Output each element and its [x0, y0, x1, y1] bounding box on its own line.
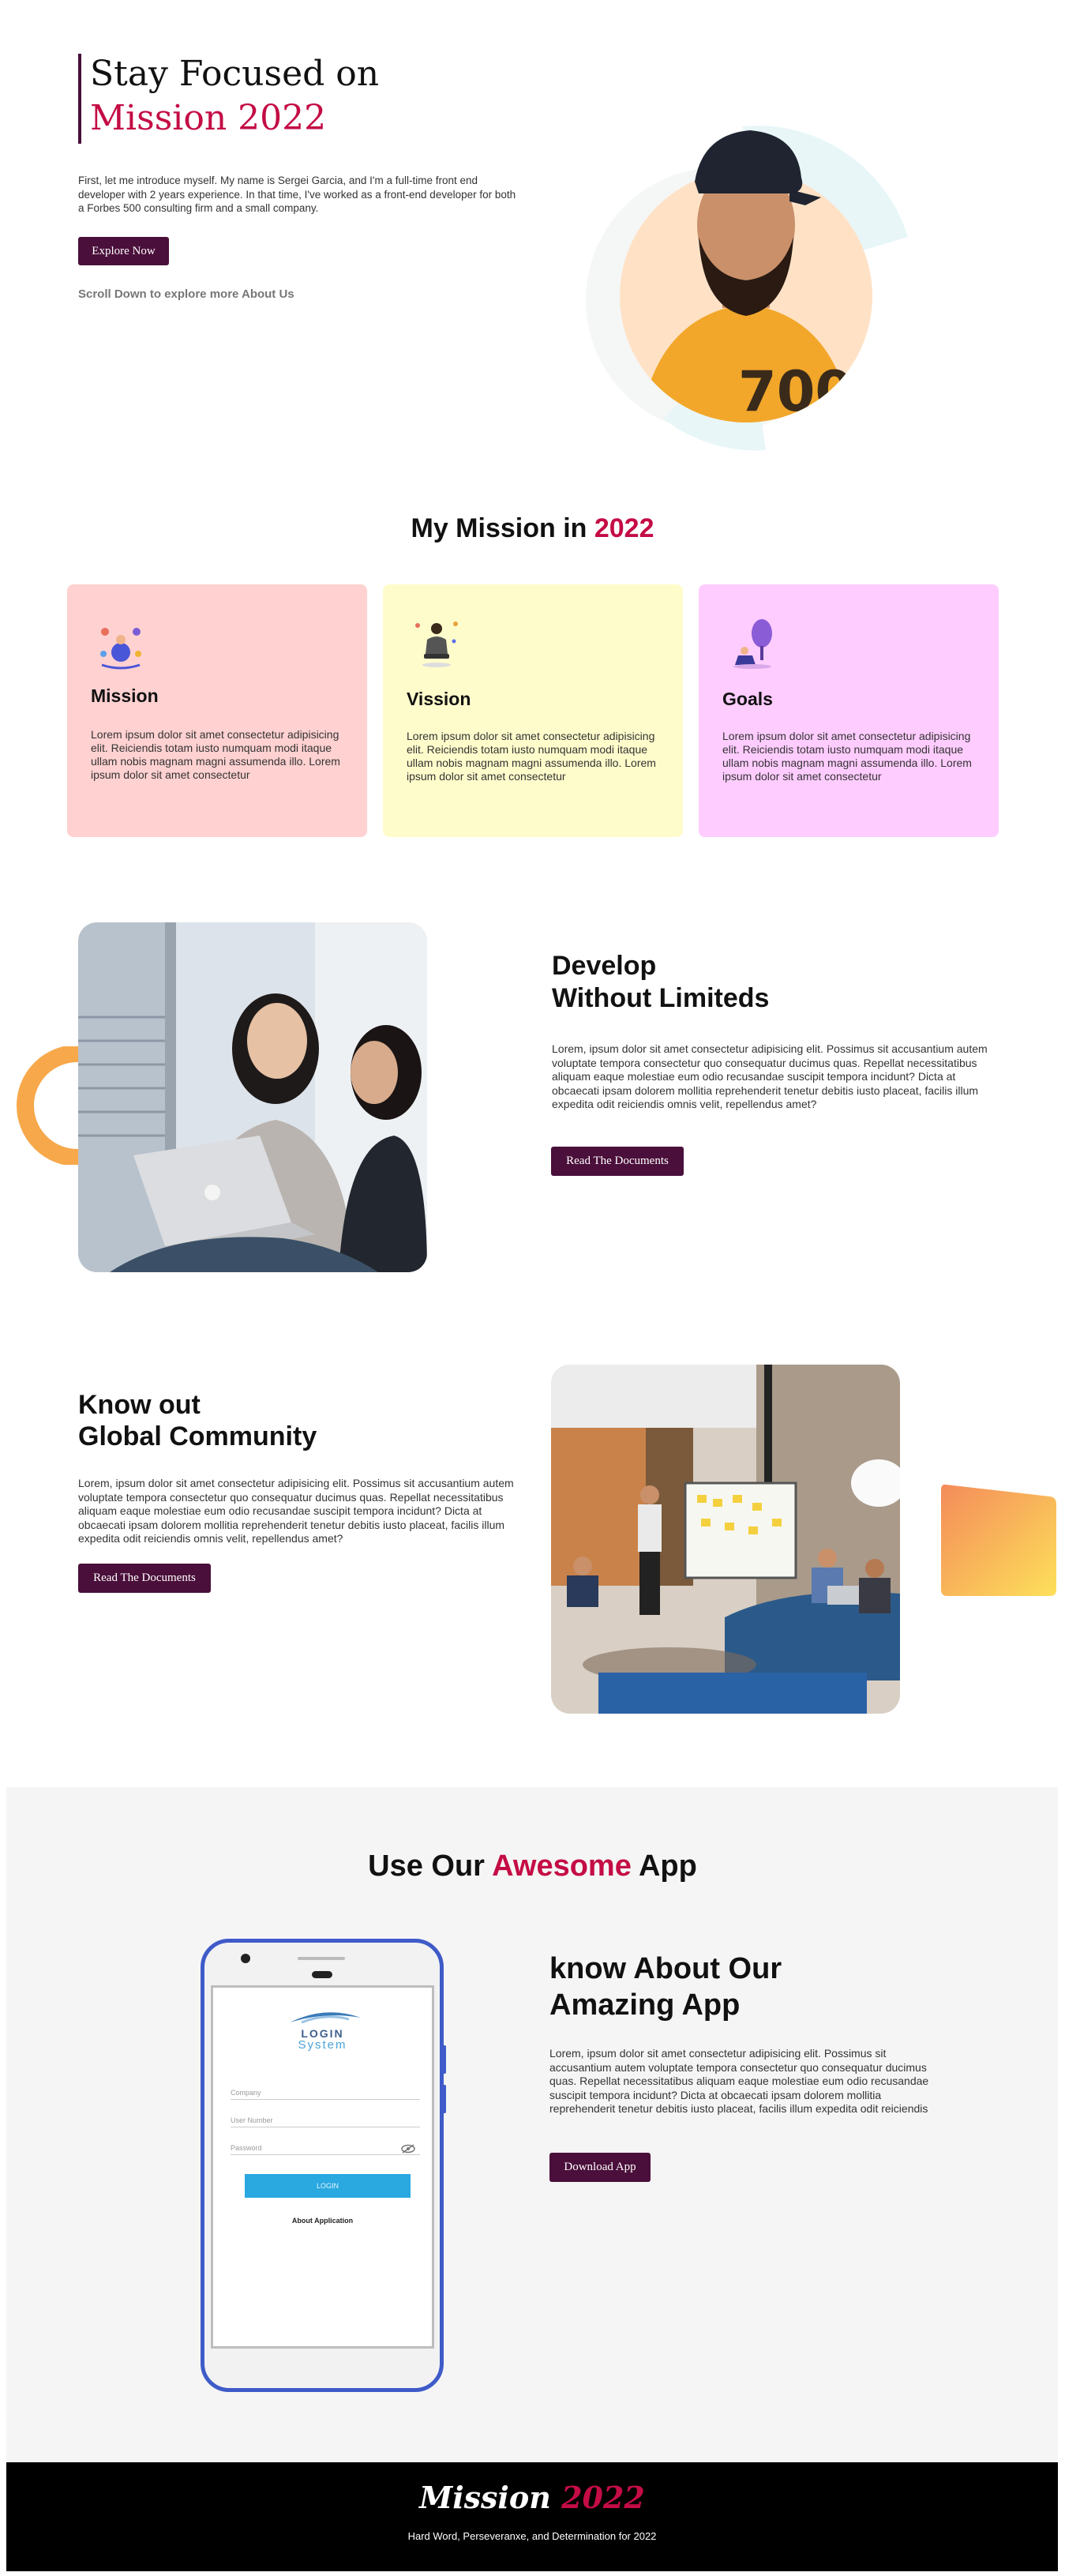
- footer-brand-word: Mission: [419, 2480, 551, 2515]
- community-title-line2: Global Community: [78, 1421, 317, 1451]
- develop-read-documents-button[interactable]: Read The Documents: [551, 1147, 684, 1176]
- phone-side-button: [441, 2085, 446, 2113]
- login-logo-line2: System: [298, 2038, 347, 2052]
- develop-text: Lorem, ipsum dolor sit amet consectetur …: [552, 1042, 988, 1110]
- footer-brand: Mission 2022: [6, 2480, 1058, 2515]
- vission-card-title: Vission: [407, 689, 471, 709]
- app-heading-prefix: Use Our: [368, 1849, 493, 1883]
- svg-text:700: 700: [738, 359, 853, 424]
- develop-title-line1: Develop: [552, 951, 657, 981]
- explore-now-button[interactable]: Explore Now: [78, 237, 169, 265]
- vission-card: Vission Lorem ipsum dolor sit amet conse…: [383, 584, 683, 837]
- mission-heading: My Mission in 2022: [0, 513, 1065, 544]
- company-field[interactable]: Company: [231, 2089, 420, 2100]
- goals-card-text: Lorem ipsum dolor sit amet consectetur a…: [722, 730, 972, 783]
- download-app-button[interactable]: Download App: [549, 2153, 651, 2182]
- mission-card-text: Lorem ipsum dolor sit amet consectetur a…: [91, 728, 340, 781]
- vission-illustration-icon: [415, 621, 458, 667]
- community-read-documents-button[interactable]: Read The Documents: [78, 1564, 211, 1593]
- goals-card: Goals Lorem ipsum dolor sit amet consect…: [699, 584, 999, 837]
- community-text: Lorem, ipsum dolor sit amet consectetur …: [78, 1477, 514, 1545]
- user-number-field[interactable]: User Number: [231, 2116, 420, 2127]
- mission-card: Mission Lorem ipsum dolor sit amet conse…: [67, 584, 367, 837]
- app-heading: Use Our Awesome App: [0, 1849, 1065, 1883]
- phone-earpiece: [298, 1957, 345, 1960]
- app-heading-accent: Awesome: [492, 1849, 632, 1883]
- app-title-line2: Amazing App: [549, 1988, 741, 2022]
- mission-illustration-icon: [100, 628, 141, 670]
- goals-card-title: Goals: [722, 689, 773, 709]
- footer: Mission 2022 Hard Word, Perseveranxe, an…: [6, 2462, 1058, 2571]
- orange-gradient-card-decoration: [941, 1484, 1056, 1596]
- goals-illustration-icon: [733, 619, 772, 669]
- hero-title-line2: Mission 2022: [90, 98, 327, 138]
- team-meeting-image: [551, 1365, 900, 1714]
- eye-hidden-icon[interactable]: [401, 2144, 415, 2154]
- hero-portrait-image: 700: [586, 126, 908, 451]
- login-system-logo-icon: [290, 2012, 361, 2024]
- app-section-background: [6, 1787, 1058, 2462]
- mission-card-title: Mission: [91, 685, 159, 706]
- hero-intro-text: First, let me introduce myself. My name …: [78, 175, 516, 214]
- login-button[interactable]: LOGIN: [245, 2174, 411, 2198]
- password-field[interactable]: Password: [231, 2144, 420, 2155]
- scroll-hint: Scroll Down to explore more About Us: [78, 287, 294, 301]
- phone-side-button: [441, 2045, 446, 2074]
- vission-card-text: Lorem ipsum dolor sit amet consectetur a…: [407, 730, 656, 783]
- students-laptop-image: [78, 922, 427, 1272]
- app-title-line1: know About Our: [549, 1952, 782, 1985]
- phone-camera: [241, 1954, 250, 1963]
- phone-mockup: LOGIN System Company User Number Passwor…: [201, 1939, 446, 2392]
- footer-brand-year: 2022: [561, 2480, 645, 2515]
- mission-heading-year: 2022: [594, 513, 654, 543]
- app-text: Lorem, ipsum dolor sit amet consectetur …: [549, 2047, 929, 2115]
- title-accent-bar: [78, 54, 81, 144]
- about-application-link[interactable]: About Application: [213, 2217, 432, 2225]
- phone-speaker: [312, 1971, 332, 1978]
- orange-ring-decoration: [17, 1046, 85, 1165]
- community-title-line1: Know out: [78, 1390, 201, 1420]
- mission-heading-prefix: My Mission in: [411, 513, 594, 543]
- phone-screen: LOGIN System Company User Number Passwor…: [211, 1985, 434, 2349]
- footer-tagline: Hard Word, Perseveranxe, and Determinati…: [407, 2530, 657, 2542]
- hero-title-line1: Stay Focused on: [90, 54, 380, 94]
- app-heading-suffix: App: [631, 1849, 697, 1883]
- develop-title-line2: Without Limiteds: [552, 983, 770, 1013]
